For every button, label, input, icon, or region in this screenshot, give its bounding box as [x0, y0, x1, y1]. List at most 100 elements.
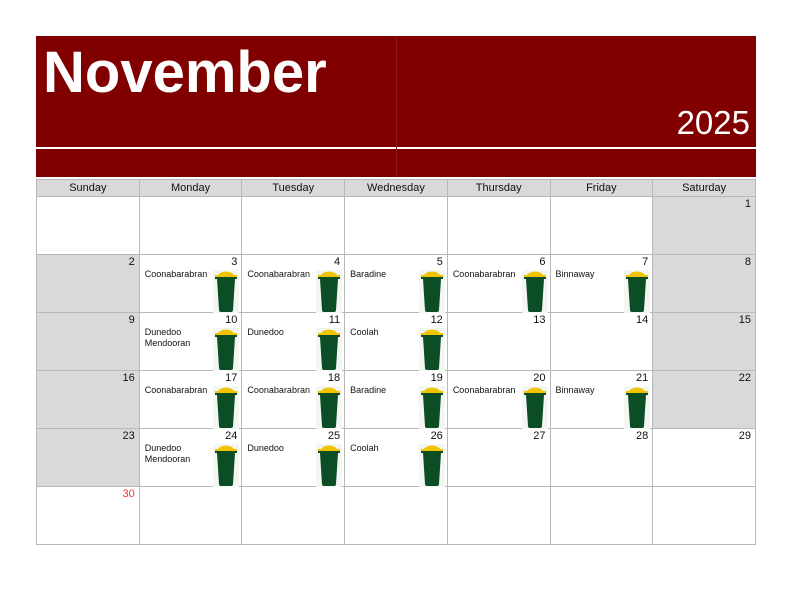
empty-day-cell[interactable]: [446, 196, 551, 255]
banner-center-divider: [396, 36, 397, 177]
green-waste-bin-icon: [624, 386, 651, 429]
collection-location: Baradine: [350, 385, 387, 395]
day-number: 27: [533, 430, 546, 442]
green-waste-bin-icon: [213, 270, 240, 313]
day-cell-16[interactable]: 16: [36, 370, 140, 429]
green-waste-bin-icon: [316, 270, 343, 313]
day-cell-11[interactable]: 11 Dunedoo: [241, 312, 346, 371]
collection-location: Coonabarabran: [247, 385, 310, 395]
green-waste-bin-icon: [316, 328, 343, 371]
day-cell-6[interactable]: 6 Coonabarabran: [446, 254, 551, 313]
weekday-saturday: Saturday: [652, 179, 756, 197]
calendar-grid: Sunday Monday Tuesday Wednesday Thursday…: [36, 179, 756, 545]
day-number: 19: [430, 372, 443, 384]
green-waste-bin-icon: [316, 386, 343, 429]
day-cell-29[interactable]: 29: [652, 428, 756, 487]
day-cell-18[interactable]: 18 Coonabarabran: [241, 370, 346, 429]
day-cell-1[interactable]: 1: [652, 196, 756, 255]
day-cell-24[interactable]: 24 Dunedoo Mendooran: [138, 428, 243, 487]
day-cell-22[interactable]: 22: [652, 370, 756, 429]
weekday-wednesday: Wednesday: [344, 179, 448, 197]
weekday-thursday: Thursday: [446, 179, 551, 197]
collection-location: Coolah: [350, 327, 379, 337]
day-cell-7[interactable]: 7 Binnaway: [549, 254, 654, 313]
collection-location: Dunedoo: [247, 327, 284, 337]
collection-location: Coonabarabran: [452, 385, 516, 395]
day-cell-21[interactable]: 21 Binnaway: [549, 370, 654, 429]
day-number: 10: [225, 314, 238, 326]
day-number: 6: [539, 256, 546, 268]
empty-day-cell[interactable]: [446, 486, 551, 545]
weekday-monday: Monday: [138, 179, 243, 197]
collection-location: Coonabarabran: [144, 269, 208, 279]
empty-day-cell[interactable]: [344, 486, 448, 545]
year-label: 2025: [676, 104, 750, 141]
day-cell-4[interactable]: 4 Coonabarabran: [241, 254, 346, 313]
day-number: 8: [744, 256, 751, 268]
day-cell-23[interactable]: 23: [36, 428, 140, 487]
collection-location: Coolah: [350, 443, 379, 453]
empty-day-cell[interactable]: [241, 486, 346, 545]
day-cell-26[interactable]: 26 Coolah: [344, 428, 448, 487]
day-number: 28: [635, 430, 649, 442]
collection-location: Binnaway: [555, 385, 595, 395]
day-number: 30: [122, 488, 135, 500]
empty-day-cell[interactable]: [138, 196, 243, 255]
day-cell-3[interactable]: 3 Coonabarabran: [138, 254, 243, 313]
day-number: 7: [642, 256, 649, 268]
day-cell-12[interactable]: 12 Coolah: [344, 312, 448, 371]
empty-day-cell[interactable]: [138, 486, 243, 545]
day-cell-14[interactable]: 14: [549, 312, 654, 371]
day-cell-19[interactable]: 19 Baradine: [344, 370, 448, 429]
day-cell-13[interactable]: 13: [446, 312, 551, 371]
empty-day-cell[interactable]: [36, 196, 140, 255]
collection-location: Coonabarabran: [452, 269, 516, 279]
day-number: 11: [328, 314, 341, 326]
day-number: 17: [225, 372, 238, 384]
empty-day-cell[interactable]: [549, 196, 654, 255]
week-row: 9 10 Dunedoo Mendooran 11 Dunedoo 12 Coolah 13 1…: [36, 312, 756, 371]
day-cell-30[interactable]: 30: [36, 486, 140, 545]
week-row: 30: [36, 486, 756, 545]
green-waste-bin-icon: [418, 386, 445, 429]
day-number: 14: [635, 314, 649, 326]
day-number: 18: [327, 372, 341, 384]
green-waste-bin-icon: [213, 444, 240, 487]
green-waste-bin-icon: [213, 328, 240, 371]
collection-location: Coonabarabran: [144, 385, 208, 395]
day-cell-17[interactable]: 17 Coonabarabran: [138, 370, 243, 429]
empty-day-cell[interactable]: [652, 486, 756, 545]
day-cell-20[interactable]: 20 Coonabarabran: [446, 370, 551, 429]
day-number: 26: [430, 430, 443, 442]
week-row: 23 24 Dunedoo Mendooran 25 Dunedoo 26 Coolah 27…: [36, 428, 756, 487]
collection-location: Baradine: [350, 269, 387, 279]
day-cell-15[interactable]: 15: [652, 312, 756, 371]
day-number: 22: [738, 372, 751, 384]
day-number: 13: [533, 314, 546, 326]
green-waste-bin-icon: [418, 270, 445, 313]
empty-day-cell[interactable]: [344, 196, 448, 255]
green-waste-bin-icon: [418, 328, 445, 371]
day-cell-10[interactable]: 10 Dunedoo Mendooran: [138, 312, 243, 371]
week-row: 2 3 Coonabarabran 4 Coonabarabran 5 Baradine 6 C…: [36, 254, 756, 313]
day-number: 24: [225, 430, 238, 442]
day-cell-8[interactable]: 8: [652, 254, 756, 313]
green-waste-bin-icon: [521, 386, 548, 429]
weekday-header-row: Sunday Monday Tuesday Wednesday Thursday…: [36, 179, 756, 197]
day-cell-9[interactable]: 9: [36, 312, 140, 371]
day-number: 23: [122, 430, 135, 442]
day-cell-2[interactable]: 2: [36, 254, 140, 313]
collection-location: Dunedoo Mendooran: [144, 443, 191, 464]
green-waste-bin-icon: [624, 270, 651, 313]
day-number: 2: [128, 256, 135, 268]
empty-day-cell[interactable]: [549, 486, 654, 545]
day-number: 16: [122, 372, 135, 384]
day-cell-5[interactable]: 5 Baradine: [344, 254, 448, 313]
day-cell-25[interactable]: 25 Dunedoo: [241, 428, 346, 487]
day-number: 25: [327, 430, 341, 442]
green-waste-bin-icon: [213, 386, 240, 429]
day-cell-27[interactable]: 27: [446, 428, 551, 487]
day-cell-28[interactable]: 28: [549, 428, 654, 487]
day-number: 9: [128, 314, 135, 326]
empty-day-cell[interactable]: [241, 196, 346, 255]
